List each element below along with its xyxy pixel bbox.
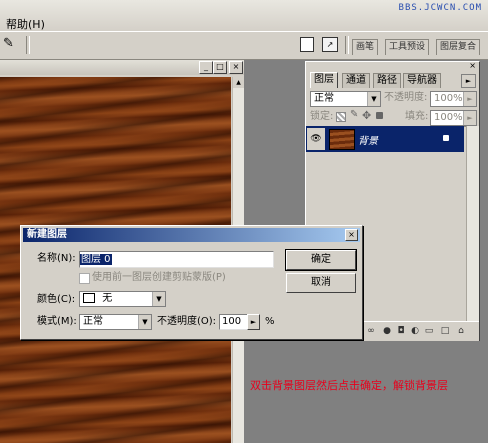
opacity-field[interactable]: 100% ► bbox=[430, 91, 477, 107]
palette-well-tab-layer-comps[interactable]: 图层复合 bbox=[436, 39, 481, 55]
tab-channels[interactable]: 通道 bbox=[342, 73, 370, 88]
dialog-opacity-input[interactable]: 100 bbox=[219, 314, 249, 330]
name-input[interactable]: 图层 0 bbox=[79, 251, 274, 268]
opacity-label: 不透明度: bbox=[384, 92, 428, 103]
clip-checkbox[interactable] bbox=[79, 273, 90, 284]
fill-field[interactable]: 100% ► bbox=[430, 110, 477, 126]
chevron-right-icon: ► bbox=[463, 92, 476, 106]
color-value: 无 bbox=[102, 293, 113, 304]
opacity-value: 100% bbox=[434, 93, 463, 104]
chevron-right-icon: ► bbox=[463, 111, 476, 125]
palette-menu-icon[interactable]: ► bbox=[461, 74, 476, 88]
name-label: 名称(N): bbox=[37, 253, 76, 264]
mask-icon[interactable]: ◘ bbox=[396, 326, 406, 336]
fill-label: 填充: bbox=[405, 111, 429, 122]
palette-well-tab-tool-presets[interactable]: 工具预设 bbox=[385, 39, 430, 55]
lock-transparency-icon[interactable] bbox=[336, 112, 346, 122]
layer-name[interactable]: 背景 bbox=[358, 132, 378, 147]
ok-button[interactable]: 确定 bbox=[285, 249, 357, 271]
maximize-button[interactable]: □ bbox=[213, 61, 227, 74]
tab-paths[interactable]: 路径 bbox=[373, 73, 401, 88]
dialog-opacity-value: 100 bbox=[222, 316, 242, 327]
name-input-value: 图层 0 bbox=[80, 254, 112, 265]
document-title-bar[interactable]: _ □ × bbox=[0, 60, 244, 75]
lock-move-icon[interactable]: ✥ bbox=[362, 109, 371, 122]
mode-label: 模式(M): bbox=[37, 316, 77, 327]
opacity-arrow-button[interactable]: ► bbox=[247, 314, 260, 330]
layer-row-background[interactable]: 👁 背景 bbox=[306, 126, 464, 152]
menu-help[interactable]: 帮助(H) bbox=[6, 16, 45, 32]
blend-mode-select[interactable]: 正常 ▼ bbox=[310, 91, 381, 107]
lock-all-icon[interactable] bbox=[376, 112, 383, 119]
file-browser-icon[interactable] bbox=[300, 37, 314, 52]
clip-label: 使用前一图层创建剪贴蒙版(P) bbox=[92, 272, 226, 283]
menu-bar: 帮助(H) BBS.JCWCN.COM bbox=[0, 0, 488, 31]
tab-layers[interactable]: 图层 bbox=[310, 72, 338, 88]
palette-well-tab-brushes[interactable]: 画笔 bbox=[352, 39, 379, 55]
palette-scrollbar[interactable] bbox=[466, 126, 479, 321]
close-icon[interactable]: × bbox=[345, 229, 358, 241]
layer-thumbnail bbox=[329, 129, 355, 150]
toolbar-separator bbox=[345, 36, 349, 54]
minimize-button[interactable]: _ bbox=[199, 61, 213, 74]
dialog-opacity-label: 不透明度(O): bbox=[157, 316, 217, 327]
options-bar: ✎ ↗ 画笔 工具预设 图层复合 bbox=[0, 31, 488, 60]
new-group-icon[interactable]: ▭ bbox=[424, 326, 434, 336]
layer-style-icon[interactable]: ● bbox=[382, 326, 392, 336]
link-icon[interactable]: ∞ bbox=[366, 326, 376, 336]
visibility-eye-icon[interactable]: 👁 bbox=[307, 128, 325, 150]
lock-label: 锁定: bbox=[310, 111, 334, 122]
toolbar-separator bbox=[26, 36, 30, 54]
mode-value: 正常 bbox=[83, 316, 103, 327]
color-label: 颜色(C): bbox=[37, 294, 76, 305]
mode-select[interactable]: 正常 ▼ bbox=[79, 314, 152, 330]
crop-window-icon[interactable]: ↗ bbox=[322, 37, 338, 52]
trash-icon[interactable]: ⌂ bbox=[456, 326, 466, 336]
tab-navigator[interactable]: 导航器 bbox=[403, 73, 441, 88]
brush-tool-icon[interactable]: ✎ bbox=[3, 36, 14, 51]
adjustment-layer-icon[interactable]: ◐ bbox=[410, 326, 420, 336]
close-button[interactable]: × bbox=[229, 61, 243, 74]
color-swatch bbox=[83, 293, 95, 303]
fill-value: 100% bbox=[434, 112, 463, 123]
blend-mode-value: 正常 bbox=[314, 93, 334, 104]
close-icon[interactable]: × bbox=[469, 61, 476, 70]
dialog-title: 新建图层 bbox=[27, 229, 67, 240]
cancel-button[interactable]: 取消 bbox=[286, 273, 356, 293]
new-layer-dialog: 新建图层 × 名称(N): 图层 0 使用前一图层创建剪贴蒙版(P) 颜色(C)… bbox=[20, 225, 363, 340]
scroll-up-icon[interactable]: ▲ bbox=[233, 77, 244, 88]
chevron-down-icon: ▼ bbox=[152, 292, 165, 306]
instruction-note: 双击背景图层然后点击确定，解锁背景层 bbox=[250, 379, 448, 392]
chevron-down-icon: ▼ bbox=[367, 92, 380, 106]
palette-title-strip[interactable]: × bbox=[306, 61, 479, 71]
layer-lock-icon bbox=[443, 135, 449, 141]
new-layer-icon[interactable]: □ bbox=[440, 326, 450, 336]
opacity-unit: % bbox=[265, 316, 275, 327]
dialog-title-bar[interactable]: 新建图层 × bbox=[23, 228, 360, 242]
lock-paint-icon[interactable]: ✎ bbox=[350, 109, 358, 120]
color-select[interactable]: 无 ▼ bbox=[79, 291, 166, 307]
watermark-text: BBS.JCWCN.COM bbox=[398, 3, 482, 13]
chevron-down-icon: ▼ bbox=[138, 315, 151, 329]
